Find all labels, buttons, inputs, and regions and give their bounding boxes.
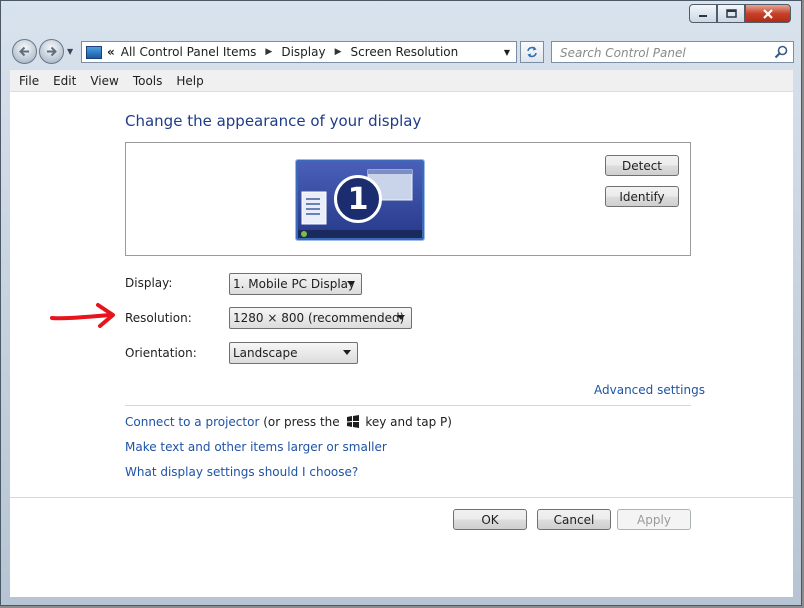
search-icon[interactable] xyxy=(774,45,788,62)
footer-divider xyxy=(10,497,793,498)
maximize-icon xyxy=(725,9,737,18)
page-title: Change the appearance of your display xyxy=(125,112,422,130)
orientation-select[interactable]: Landscape xyxy=(229,342,358,364)
search-box[interactable] xyxy=(551,41,794,63)
close-button[interactable] xyxy=(745,4,791,23)
apply-button[interactable]: Apply xyxy=(617,509,691,530)
monitor-1-preview[interactable]: 1 xyxy=(296,160,424,240)
display-select-value: 1. Mobile PC Display xyxy=(233,277,356,291)
orientation-label: Orientation: xyxy=(125,346,197,360)
content-pane: Change the appearance of your display 1 … xyxy=(10,92,793,597)
chevron-down-icon xyxy=(347,281,355,286)
menu-help[interactable]: Help xyxy=(169,74,210,88)
window-frame: ▼ « All Control Panel Items ▶ Display ▶ … xyxy=(0,0,802,606)
recent-pages-dropdown-icon[interactable]: ▼ xyxy=(67,47,73,56)
back-arrow-icon xyxy=(19,46,29,57)
breadcrumb-screen-resolution[interactable]: Screen Resolution xyxy=(350,45,458,59)
display-select[interactable]: 1. Mobile PC Display xyxy=(229,273,362,295)
close-icon xyxy=(763,8,773,19)
breadcrumb-all-control-panel-items[interactable]: All Control Panel Items xyxy=(121,45,257,59)
chevron-down-icon xyxy=(397,315,405,320)
advanced-settings-link[interactable]: Advanced settings xyxy=(594,383,705,397)
breadcrumb-separator-icon[interactable]: ▶ xyxy=(335,47,342,57)
caption-buttons xyxy=(689,4,791,23)
windows-logo-icon xyxy=(346,415,359,428)
menu-view[interactable]: View xyxy=(83,74,125,88)
forward-arrow-icon xyxy=(47,46,57,57)
refresh-button[interactable] xyxy=(520,41,544,63)
breadcrumb-display[interactable]: Display xyxy=(281,45,325,59)
display-preview-panel: 1 Detect Identify xyxy=(125,142,691,256)
ok-button[interactable]: OK xyxy=(453,509,527,530)
cancel-button[interactable]: Cancel xyxy=(537,509,611,530)
address-history-dropdown-icon[interactable]: ▼ xyxy=(504,48,510,57)
divider xyxy=(125,405,691,406)
monitor-number-badge: 1 xyxy=(334,175,382,223)
address-bar[interactable]: « All Control Panel Items ▶ Display ▶ Sc… xyxy=(81,41,517,63)
control-panel-icon xyxy=(86,45,102,59)
resolution-select-value: 1280 × 800 (recommended) xyxy=(233,311,405,325)
search-input[interactable] xyxy=(558,43,772,63)
projector-line: Connect to a projector (or press the key… xyxy=(125,415,452,429)
back-button[interactable] xyxy=(12,39,37,64)
breadcrumb-overflow[interactable]: « xyxy=(107,45,115,59)
orientation-select-value: Landscape xyxy=(233,346,298,360)
breadcrumb-separator-icon[interactable]: ▶ xyxy=(265,47,272,57)
resolution-label: Resolution: xyxy=(125,311,192,325)
menu-file[interactable]: File xyxy=(10,74,46,88)
forward-button[interactable] xyxy=(39,39,64,64)
detect-button[interactable]: Detect xyxy=(605,155,679,176)
minimize-icon xyxy=(699,14,707,17)
menu-tools[interactable]: Tools xyxy=(126,74,170,88)
menu-edit[interactable]: Edit xyxy=(46,74,83,88)
maximize-button[interactable] xyxy=(717,4,745,23)
menu-bar: File Edit View Tools Help xyxy=(10,70,793,92)
resolution-select[interactable]: 1280 × 800 (recommended) xyxy=(229,307,412,329)
display-label: Display: xyxy=(125,276,173,290)
red-annotation-arrow-icon xyxy=(50,303,115,328)
minimize-button[interactable] xyxy=(689,4,717,23)
chevron-down-icon xyxy=(343,350,351,355)
text-size-link[interactable]: Make text and other items larger or smal… xyxy=(125,440,387,454)
refresh-icon xyxy=(527,46,537,58)
projector-hint-before: (or press the xyxy=(263,415,340,429)
projector-hint-after: key and tap P) xyxy=(365,415,452,429)
display-help-link[interactable]: What display settings should I choose? xyxy=(125,465,358,479)
connect-projector-link[interactable]: Connect to a projector xyxy=(125,415,259,429)
identify-button[interactable]: Identify xyxy=(605,186,679,207)
